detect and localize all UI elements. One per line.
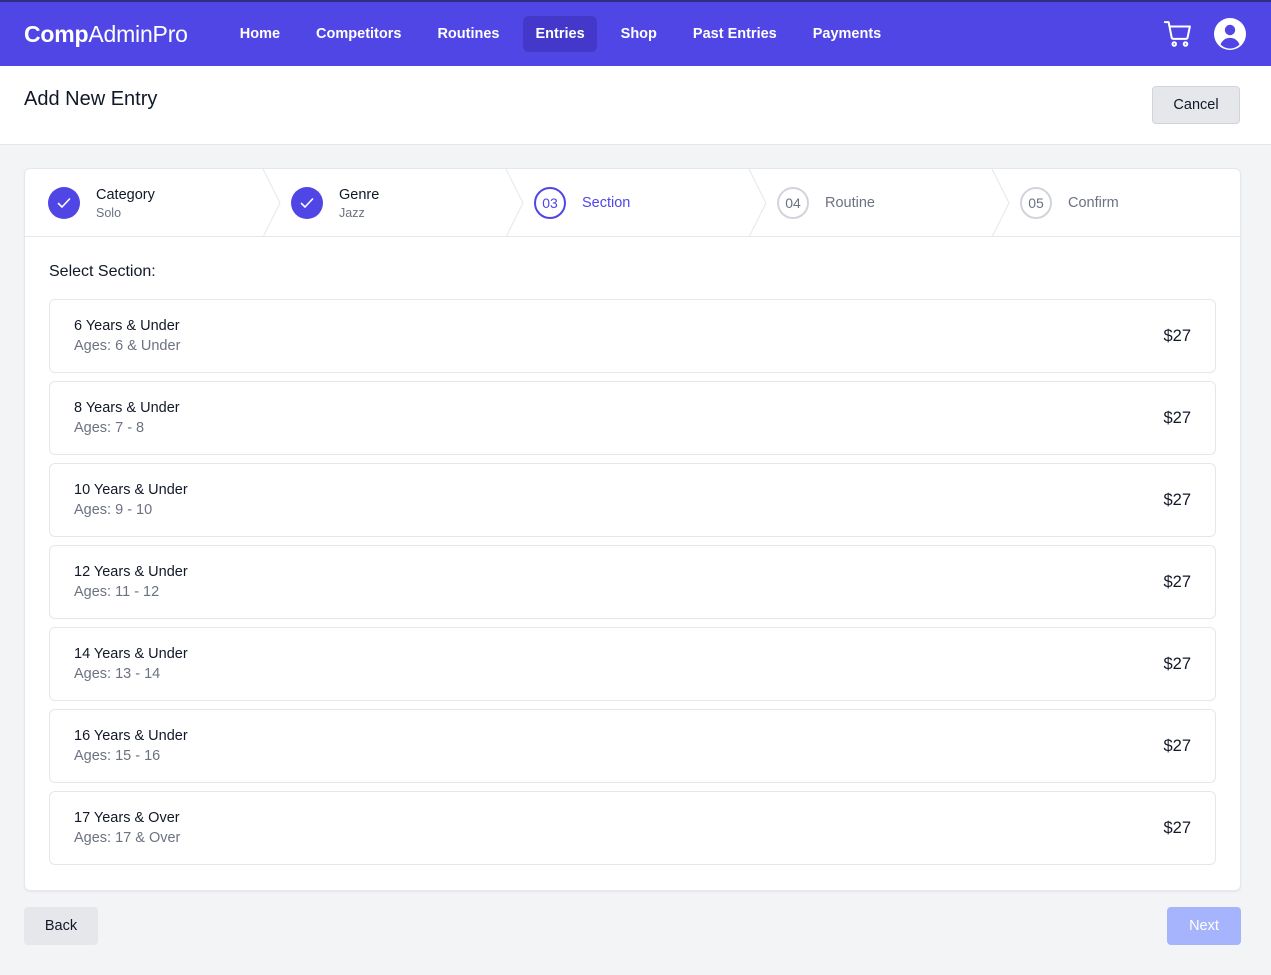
brand-name-regular: AdminPro [88, 20, 188, 47]
nav-actions [1163, 17, 1247, 51]
section-option[interactable]: 17 Years & Over Ages: 17 & Over $27 [49, 791, 1216, 865]
page-title: Add New Entry [24, 87, 158, 110]
step-routine[interactable]: 04 Routine [754, 169, 1010, 237]
section-name: 6 Years & Under [74, 318, 180, 334]
cart-icon[interactable] [1163, 19, 1193, 49]
section-ages: Ages: 6 & Under [74, 338, 181, 354]
section-option[interactable]: 8 Years & Under Ages: 7 - 8 $27 [49, 381, 1216, 455]
step-separator [262, 169, 281, 237]
section-ages: Ages: 7 - 8 [74, 420, 145, 436]
page-header: Add New Entry Cancel [0, 66, 1271, 145]
top-navbar: CompAdminPro Home Competitors Routines E… [0, 0, 1271, 66]
section-name: 16 Years & Under [74, 728, 188, 744]
section-price: $27 [1163, 818, 1191, 837]
step-label: Routine [825, 195, 875, 211]
step-number: 03 [534, 187, 566, 219]
section-option[interactable]: 6 Years & Under Ages: 6 & Under $27 [49, 299, 1216, 373]
nav-item-entries[interactable]: Entries [523, 16, 597, 52]
check-icon [48, 187, 80, 219]
step-value: Solo [96, 205, 122, 220]
step-genre[interactable]: Genre Jazz [268, 169, 524, 237]
section-option[interactable]: 14 Years & Under Ages: 13 - 14 $27 [49, 627, 1216, 701]
step-label: Confirm [1068, 195, 1119, 211]
section-price: $27 [1163, 654, 1191, 673]
section-ages: Ages: 11 - 12 [74, 584, 160, 600]
section-name: 10 Years & Under [74, 482, 188, 498]
section-price: $27 [1163, 408, 1191, 427]
user-account-icon[interactable] [1213, 17, 1247, 51]
section-price: $27 [1163, 490, 1191, 509]
section-ages: Ages: 9 - 10 [74, 502, 153, 518]
section-heading: Select Section: [49, 263, 156, 280]
brand-name-bold: Comp [24, 20, 89, 47]
section-ages: Ages: 15 - 16 [74, 748, 161, 764]
step-number: 05 [1020, 187, 1052, 219]
step-separator [505, 169, 524, 237]
section-price: $27 [1163, 736, 1191, 755]
section-price: $27 [1163, 326, 1191, 345]
cancel-button[interactable]: Cancel [1152, 86, 1240, 124]
step-label: Genre [339, 186, 380, 203]
next-button[interactable]: Next [1167, 907, 1241, 945]
nav-item-routines[interactable]: Routines [425, 16, 511, 52]
section-ages: Ages: 17 & Over [74, 830, 181, 846]
step-section[interactable]: 03 Section [511, 169, 767, 237]
section-price: $27 [1163, 572, 1191, 591]
check-icon [291, 187, 323, 219]
back-button[interactable]: Back [24, 907, 98, 945]
step-label: Section [582, 195, 631, 211]
section-option[interactable]: 12 Years & Under Ages: 11 - 12 $27 [49, 545, 1216, 619]
section-selection: Select Section: 6 Years & Under Ages: 6 … [25, 237, 1240, 865]
entry-wizard-card: Category Solo Genre Jazz 03 Section 04 R… [24, 168, 1241, 891]
section-name: 12 Years & Under [74, 564, 188, 580]
step-separator [991, 169, 1010, 237]
section-ages: Ages: 13 - 14 [74, 666, 161, 682]
step-number: 04 [777, 187, 809, 219]
step-category[interactable]: Category Solo [25, 169, 281, 237]
nav-item-payments[interactable]: Payments [801, 16, 894, 52]
wizard-steps: Category Solo Genre Jazz 03 Section 04 R… [25, 169, 1240, 237]
nav-item-home[interactable]: Home [228, 16, 292, 52]
step-confirm[interactable]: 05 Confirm [997, 169, 1240, 237]
step-label: Category [96, 186, 155, 203]
nav-item-competitors[interactable]: Competitors [304, 16, 413, 52]
section-name: 8 Years & Under [74, 400, 180, 416]
step-separator [748, 169, 767, 237]
section-option[interactable]: 16 Years & Under Ages: 15 - 16 $27 [49, 709, 1216, 783]
main-nav: Home Competitors Routines Entries Shop P… [228, 16, 906, 52]
nav-item-shop[interactable]: Shop [609, 16, 669, 52]
brand-logo[interactable]: CompAdminPro [24, 21, 188, 48]
section-name: 17 Years & Over [74, 810, 180, 826]
section-name: 14 Years & Under [74, 646, 188, 662]
wizard-footer: Back Next [24, 907, 1241, 945]
section-option[interactable]: 10 Years & Under Ages: 9 - 10 $27 [49, 463, 1216, 537]
nav-item-past-entries[interactable]: Past Entries [681, 16, 789, 52]
step-value: Jazz [339, 205, 365, 220]
